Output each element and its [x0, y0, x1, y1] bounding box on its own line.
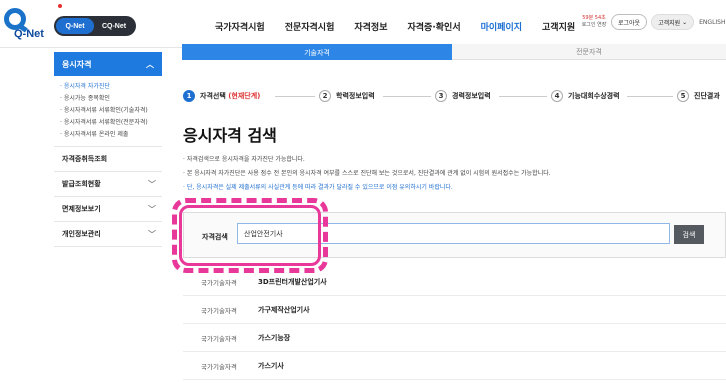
chevron-down-icon: ﹀	[148, 204, 156, 214]
nav-item-support[interactable]: 고객지원	[542, 20, 575, 33]
step-number: 3	[435, 90, 447, 102]
support-dropdown[interactable]: 고객지원 ⌄	[651, 14, 695, 30]
logo-text: Q-Net	[14, 28, 44, 40]
header: Q-Net Q-Net CQ-Net 국가자격시험 전문자격시험 자격정보 자격…	[0, 0, 726, 48]
session-extend[interactable]: 로그인 연장	[582, 22, 607, 28]
result-type: 국가기술자격	[201, 362, 237, 371]
nav-item-exam[interactable]: 국가자격시험	[215, 20, 265, 33]
page-title: 응시자격 검색	[183, 126, 277, 145]
step-label: 기능대회수상경력	[568, 92, 620, 100]
logout-button[interactable]: 로그아웃	[611, 14, 648, 30]
subitem-label: 응시가능 종목확인	[63, 95, 110, 102]
sidebar-item-issuance[interactable]: 발급조회현황 ﹀	[54, 172, 162, 197]
progress-stepper: 1 자격선택 (현재단계) 2 학력정보입력 3 경력정보입력 4 기능대회수상…	[183, 90, 726, 104]
sidebar-item-label: 발급조회현황	[62, 180, 101, 188]
language-link[interactable]: ENGLISH	[699, 19, 725, 26]
step-number: 5	[677, 90, 689, 102]
step-current-marker: (현재단계)	[228, 92, 261, 100]
sidebar-item-exemption[interactable]: 면제정보보기 ﹀	[54, 197, 162, 222]
qnet-logo[interactable]: Q-Net	[4, 8, 46, 42]
sidebar-head-label: 응시자격	[62, 59, 92, 69]
main-nav: 국가자격시험 전문자격시험 자격정보 자격증·확인서 마이페이지 고객지원	[215, 20, 595, 33]
step-label: 학력정보입력	[336, 92, 375, 100]
result-type: 국가기술자격	[201, 278, 237, 287]
q-logo-icon	[4, 8, 26, 30]
sidebar-subitem-online[interactable]: · 응시자격서류 온라인 제출	[60, 130, 162, 139]
chevron-down-icon: ﹀	[148, 229, 156, 239]
result-name[interactable]: 가스기사	[258, 361, 284, 371]
subitem-label: 응시자격 자가진단	[63, 83, 110, 90]
results-list: 국가기술자격 3D프린터개발산업기사 국가기술자격 가구제작산업기사 국가기술자…	[183, 268, 726, 380]
subitem-label: 응시자격서류 서류확인(기술자격)	[63, 107, 148, 114]
step-2: 2 학력정보입력	[319, 90, 375, 102]
nav-item-mypage[interactable]: 마이페이지	[481, 20, 522, 33]
utility-bar: 59분 54초 로그인 연장 로그아웃 고객지원 ⌄ ENGLISH	[581, 14, 726, 30]
step-label: 경력정보입력	[452, 92, 491, 100]
sidebar: 응시자격 ︿ · 응시자격 자가진단 · 응시가능 종목확인 · 응시자격서류 …	[54, 52, 162, 247]
session-time: 59분 54초	[582, 15, 606, 21]
notification-dot	[58, 4, 62, 8]
support-label: 고객지원	[658, 19, 681, 27]
subitem-label: 응시자격서류 온라인 제출	[63, 131, 129, 138]
result-name[interactable]: 3D프린터개발산업기사	[258, 277, 327, 287]
list-item[interactable]: 국가기술자격 가구제작산업기사	[183, 296, 726, 324]
step-connector	[383, 96, 431, 97]
step-number: 4	[551, 90, 563, 102]
sidebar-item-label: 면제정보보기	[62, 205, 101, 213]
site-toggle[interactable]: Q-Net CQ-Net	[54, 16, 136, 36]
sidebar-submenu: · 응시자격 자가진단 · 응시가능 종목확인 · 응시자격서류 서류확인(기술…	[54, 76, 162, 147]
description-line: · 본 응시자격 자가진단은 사용 점수 전 본인의 응시자격 여부를 스스로 …	[183, 170, 551, 177]
result-type: 국가기술자격	[201, 334, 237, 343]
step-connector	[499, 96, 547, 97]
tab-professional[interactable]: 전문자격	[452, 44, 726, 60]
step-5: 5 진단결과	[677, 90, 720, 102]
sidebar-head[interactable]: 응시자격 ︿	[54, 52, 162, 76]
nav-item-pro-exam[interactable]: 전문자격시험	[285, 20, 335, 33]
result-name[interactable]: 가스기능장	[258, 333, 290, 343]
chevron-down-icon: ⌄	[682, 18, 688, 26]
step-number: 2	[319, 90, 331, 102]
step-connector	[627, 96, 673, 97]
sidebar-item-label: 자격증취득조회	[62, 155, 108, 163]
step-3: 3 경력정보입력	[435, 90, 491, 102]
sidebar-item-label: 개인정보관리	[62, 230, 101, 238]
annotation-highlight	[172, 198, 328, 273]
step-4: 4 기능대회수상경력	[551, 90, 620, 102]
toggle-cqnet[interactable]: CQ-Net	[94, 23, 134, 30]
description: · 자격검색으로 응시자격을 자가진단 가능합니다. · 본 응시자격 자가진단…	[183, 156, 723, 198]
sidebar-subitem-tech-docs[interactable]: · 응시자격서류 서류확인(기술자격)	[60, 106, 162, 115]
result-type: 국가기술자격	[201, 306, 237, 315]
subitem-label: 응시자격서류 서류확인(전문자격)	[63, 119, 148, 126]
chevron-up-icon: ︿	[146, 59, 154, 69]
qualification-tabs: 기술자격 전문자격	[182, 44, 726, 60]
sidebar-item-personal[interactable]: 개인정보관리 ﹀	[54, 222, 162, 247]
description-notice: · 단, 응시자격은 실제 제출서류의 사실관계 등에 따라 결과가 달라질 수…	[183, 184, 453, 191]
search-button[interactable]: 검색	[674, 225, 704, 244]
step-label: 진단결과	[694, 92, 720, 100]
step-1: 1 자격선택 (현재단계)	[183, 90, 260, 102]
list-item[interactable]: 국가기술자격 가스기사	[183, 352, 726, 380]
toggle-qnet[interactable]: Q-Net	[56, 18, 94, 34]
step-connector	[275, 96, 315, 97]
tab-technical[interactable]: 기술자격	[182, 44, 452, 60]
step-label: 자격선택	[200, 92, 226, 100]
nav-item-certificate[interactable]: 자격증·확인서	[408, 20, 461, 33]
description-line: · 자격검색으로 응시자격을 자가진단 가능합니다.	[183, 156, 305, 163]
sidebar-subitem-pro-docs[interactable]: · 응시자격서류 서류확인(전문자격)	[60, 118, 162, 127]
nav-item-info[interactable]: 자격정보	[354, 20, 387, 33]
chevron-down-icon: ﹀	[148, 179, 156, 189]
list-item[interactable]: 국가기술자격 가스기능장	[183, 324, 726, 352]
sidebar-subitem-self-diagnosis[interactable]: · 응시자격 자가진단	[60, 82, 162, 91]
sidebar-item-acquired[interactable]: 자격증취득조회	[54, 147, 162, 172]
session-timer[interactable]: 59분 54초 로그인 연장	[581, 15, 607, 29]
result-name[interactable]: 가구제작산업기사	[258, 305, 310, 315]
list-item[interactable]: 국가기술자격 3D프린터개발산업기사	[183, 268, 726, 296]
sidebar-subitem-check[interactable]: · 응시가능 종목확인	[60, 94, 162, 103]
step-number: 1	[183, 90, 195, 102]
